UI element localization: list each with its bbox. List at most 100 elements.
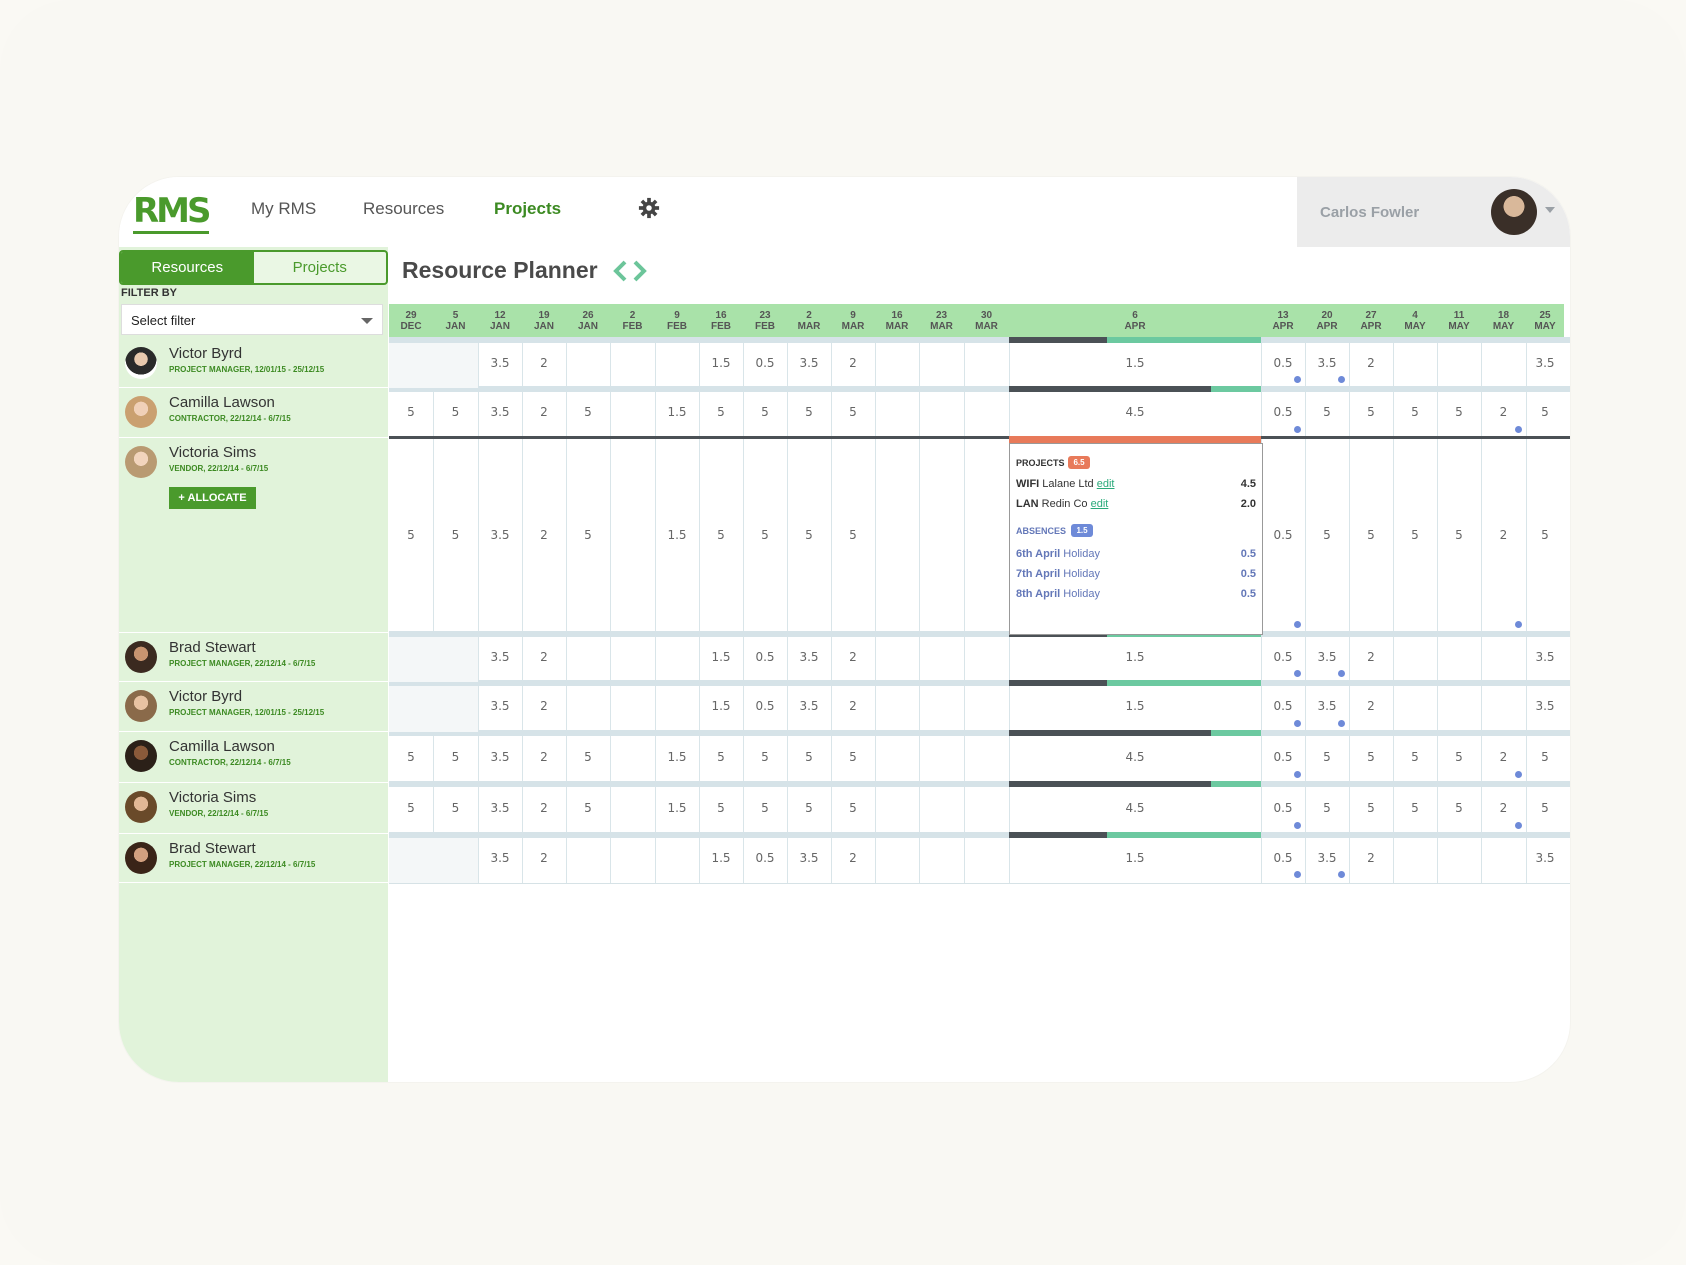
allocation-cell[interactable]: 0.5	[1261, 801, 1305, 815]
allocation-cell[interactable]: 5	[787, 750, 831, 764]
allocation-cell[interactable]: 1.5	[655, 750, 699, 764]
allocation-cell[interactable]: 5	[566, 801, 610, 815]
allocation-cell[interactable]: 0.5	[743, 851, 787, 865]
allocation-cell[interactable]: 5	[566, 750, 610, 764]
allocation-cell[interactable]: 5	[1305, 405, 1349, 419]
allocation-cell[interactable]: 2	[1481, 405, 1526, 419]
week-header[interactable]: 29 DEC	[389, 304, 433, 337]
allocation-cell[interactable]: 2	[522, 750, 566, 764]
allocation-cell[interactable]: 3.5	[478, 356, 522, 370]
allocation-cell[interactable]: 5	[566, 405, 610, 419]
week-header[interactable]: 26 JAN	[566, 304, 610, 337]
edit-link[interactable]: edit	[1097, 478, 1115, 490]
allocation-cell[interactable]: 1.5	[1009, 356, 1261, 370]
allocation-cell[interactable]: 5	[743, 801, 787, 815]
allocation-cell[interactable]: 5	[1437, 528, 1481, 542]
allocation-cell[interactable]: 3.5	[1526, 699, 1564, 713]
allocation-cell[interactable]: 2	[1349, 650, 1393, 664]
allocation-cell[interactable]: 3.5	[478, 851, 522, 865]
allocation-cell[interactable]: 5	[566, 528, 610, 542]
allocation-cell[interactable]: 5	[1393, 528, 1437, 542]
absence-dot[interactable]	[1294, 771, 1301, 778]
allocation-cell[interactable]: 5	[1349, 801, 1393, 815]
week-header[interactable]: 6 APR	[1009, 304, 1261, 337]
allocation-cell[interactable]: 5	[389, 801, 433, 815]
allocation-cell[interactable]: 5	[787, 405, 831, 419]
absence-dot[interactable]	[1338, 376, 1345, 383]
allocation-cell[interactable]: 5	[743, 750, 787, 764]
allocation-cell[interactable]: 5	[831, 801, 875, 815]
allocation-cell[interactable]: 5	[787, 528, 831, 542]
allocation-cell[interactable]: 2	[522, 699, 566, 713]
allocation-cell[interactable]: 2	[1481, 801, 1526, 815]
allocation-cell[interactable]: 2	[522, 405, 566, 419]
allocation-cell[interactable]: 2	[522, 528, 566, 542]
allocation-cell[interactable]: 5	[433, 405, 478, 419]
absence-dot[interactable]	[1294, 822, 1301, 829]
toggle-projects[interactable]: Projects	[254, 252, 387, 283]
allocation-cell[interactable]: 5	[1393, 801, 1437, 815]
allocation-cell[interactable]: 5	[699, 801, 743, 815]
allocation-cell[interactable]: 5	[1393, 750, 1437, 764]
nav-projects[interactable]: Projects	[494, 199, 561, 219]
allocation-cell[interactable]: 3.5	[1305, 699, 1349, 713]
allocation-cell[interactable]: 2	[831, 650, 875, 664]
allocation-cell[interactable]: 4.5	[1009, 801, 1261, 815]
resource-row[interactable]: Brad Stewart PROJECT MANAGER, 22/12/14 - …	[119, 633, 388, 682]
allocation-cell[interactable]: 5	[433, 528, 478, 542]
filter-select[interactable]: Select filter	[121, 304, 383, 335]
allocation-cell[interactable]: 2	[831, 699, 875, 713]
absence-dot[interactable]	[1338, 871, 1345, 878]
allocation-cell[interactable]: 5	[389, 528, 433, 542]
week-header[interactable]: 19 JAN	[522, 304, 566, 337]
allocation-cell[interactable]: 5	[831, 405, 875, 419]
allocation-cell[interactable]: 1.5	[655, 528, 699, 542]
allocation-cell[interactable]: 5	[1526, 750, 1564, 764]
allocation-cell[interactable]: 3.5	[1305, 851, 1349, 865]
allocation-cell[interactable]: 3.5	[478, 750, 522, 764]
allocation-cell[interactable]: 3.5	[1526, 650, 1564, 664]
user-menu[interactable]: Carlos Fowler	[1297, 177, 1570, 247]
allocation-cell[interactable]: 1.5	[699, 699, 743, 713]
allocation-cell[interactable]: 5	[1305, 750, 1349, 764]
allocation-cell[interactable]: 1.5	[699, 356, 743, 370]
allocation-cell[interactable]: 3.5	[787, 356, 831, 370]
week-header[interactable]: 2 MAR	[787, 304, 831, 337]
resource-row[interactable]: Camilla Lawson CONTRACTOR, 22/12/14 - 6/7…	[119, 388, 388, 438]
absence-dot[interactable]	[1515, 771, 1522, 778]
allocation-cell[interactable]: 4.5	[1009, 750, 1261, 764]
allocation-cell[interactable]: 3.5	[478, 528, 522, 542]
allocation-cell[interactable]: 2	[1349, 699, 1393, 713]
allocation-cell[interactable]: 5	[389, 405, 433, 419]
nav-resources[interactable]: Resources	[363, 199, 444, 219]
allocation-cell[interactable]: 5	[1437, 750, 1481, 764]
allocation-cell[interactable]: 2	[1349, 851, 1393, 865]
gear-icon[interactable]	[638, 197, 660, 219]
resource-row[interactable]: Brad Stewart PROJECT MANAGER, 22/12/14 - …	[119, 834, 388, 883]
week-header[interactable]: 2 FEB	[610, 304, 655, 337]
resource-row[interactable]: Camilla Lawson CONTRACTOR, 22/12/14 - 6/7…	[119, 732, 388, 783]
allocation-cell[interactable]: 1.5	[1009, 851, 1261, 865]
allocation-cell[interactable]: 3.5	[1305, 650, 1349, 664]
allocation-cell[interactable]: 5	[1526, 405, 1564, 419]
allocation-cell[interactable]: 5	[1437, 405, 1481, 419]
allocation-cell[interactable]: 2	[522, 801, 566, 815]
allocation-cell[interactable]: 5	[433, 801, 478, 815]
week-header[interactable]: 12 JAN	[478, 304, 522, 337]
week-header[interactable]: 23 MAR	[919, 304, 964, 337]
resource-row[interactable]: Victor Byrd PROJECT MANAGER, 12/01/15 - 2…	[119, 339, 388, 388]
allocation-cell[interactable]: 3.5	[787, 699, 831, 713]
allocation-cell[interactable]: 2	[522, 650, 566, 664]
week-header[interactable]: 9 FEB	[655, 304, 699, 337]
absence-dot[interactable]	[1515, 621, 1522, 628]
allocation-cell[interactable]: 0.5	[1261, 528, 1305, 542]
allocation-cell[interactable]: 2	[831, 356, 875, 370]
allocation-cell[interactable]: 3.5	[1526, 356, 1564, 370]
allocate-button[interactable]: + ALLOCATE	[169, 487, 256, 509]
allocation-cell[interactable]: 0.5	[743, 356, 787, 370]
chevron-down-icon[interactable]	[1545, 207, 1555, 213]
allocation-cell[interactable]: 2	[522, 356, 566, 370]
allocation-cell[interactable]: 0.5	[1261, 750, 1305, 764]
absence-dot[interactable]	[1338, 720, 1345, 727]
allocation-cell[interactable]: 5	[1349, 750, 1393, 764]
